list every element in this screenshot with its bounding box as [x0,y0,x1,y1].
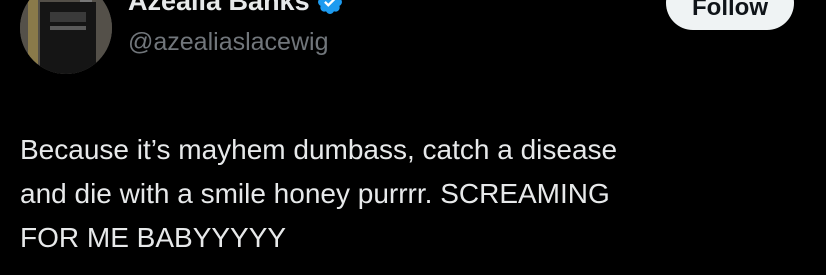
avatar[interactable] [20,0,112,74]
user-handle[interactable]: @azealiaslacewig [128,28,328,57]
display-name[interactable]: Azealia Banks [128,0,344,17]
verified-badge-icon [316,0,344,16]
follow-button[interactable]: Follow [666,0,794,30]
tweet-text: Because it’s mayhem dumbass, catch a dis… [20,134,618,253]
display-name-text: Azealia Banks [128,0,310,16]
profile-avatar-image [20,0,112,74]
